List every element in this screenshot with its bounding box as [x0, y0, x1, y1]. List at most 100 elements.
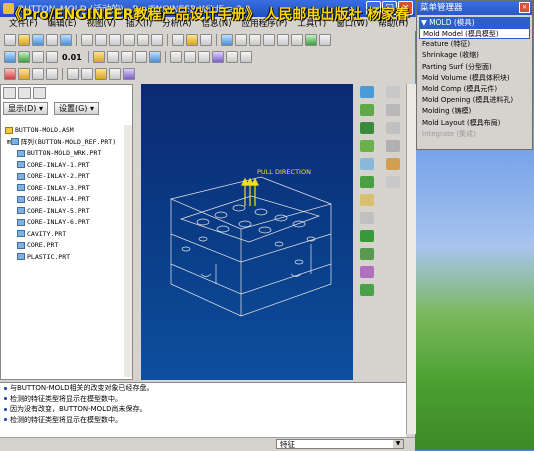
- csys-toggle-icon[interactable]: [46, 68, 58, 80]
- mold-toolbar-left-column: [356, 86, 378, 302]
- menu-item-feature[interactable]: Feature (特征): [419, 39, 530, 50]
- sketch-tool-icon[interactable]: [386, 158, 400, 170]
- tree-item[interactable]: CORE-INLAY-5.PRT: [3, 206, 125, 218]
- no-hidden-icon[interactable]: [134, 51, 147, 63]
- tree-item[interactable]: CORE-INLAY-6.PRT: [3, 217, 125, 229]
- zoom-out-icon[interactable]: [263, 34, 275, 46]
- undo-icon[interactable]: [81, 34, 93, 46]
- tree-item[interactable]: CORE-INLAY-3.PRT: [3, 183, 125, 195]
- datum-points-toggle-icon[interactable]: [32, 68, 44, 80]
- view-manager-icon[interactable]: [319, 34, 331, 46]
- regenerate-icon[interactable]: [172, 34, 184, 46]
- parting-surface-icon[interactable]: [360, 122, 374, 134]
- bullet-icon: [4, 386, 7, 390]
- extract-icon[interactable]: [360, 176, 374, 188]
- spin-center-icon[interactable]: [4, 51, 16, 63]
- tree-item[interactable]: CORE-INLAY-1.PRT: [3, 160, 125, 172]
- saved-views-icon[interactable]: [291, 34, 303, 46]
- display-dropdown[interactable]: 显示(D) ▾: [3, 102, 48, 115]
- molding-icon[interactable]: [360, 194, 374, 206]
- save-icon[interactable]: [32, 34, 44, 46]
- menu-item-parting-surf[interactable]: Parting Surf (分型面): [419, 62, 530, 73]
- tree-item[interactable]: BUTTON-MOLD_WRK.PRT: [3, 148, 125, 160]
- menu-item-mold-layout[interactable]: Mold Layout (模具布局): [419, 118, 530, 129]
- layers-icon[interactable]: [305, 34, 317, 46]
- spin-center-toggle-icon[interactable]: [81, 68, 93, 80]
- tree-item[interactable]: PLASTIC.PRT: [3, 252, 125, 264]
- menu-item-molding[interactable]: Molding (铸模): [419, 106, 530, 117]
- cut-icon[interactable]: [109, 34, 121, 46]
- menu-item-mold-opening[interactable]: Mold Opening (模具进料孔): [419, 95, 530, 106]
- zoom-in-icon[interactable]: [249, 34, 261, 46]
- volume-split-icon[interactable]: [360, 140, 374, 152]
- wireframe-icon[interactable]: [106, 51, 119, 63]
- layer-tree-icon[interactable]: [109, 68, 121, 80]
- shading-icon[interactable]: [148, 51, 161, 63]
- find-icon[interactable]: [186, 34, 198, 46]
- zoom-out-2-icon[interactable]: [183, 51, 196, 63]
- orientation-icon[interactable]: [211, 51, 224, 63]
- tree-item[interactable]: CORE.PRT: [3, 240, 125, 252]
- csys-tool-icon[interactable]: [386, 176, 400, 188]
- repaint-icon[interactable]: [221, 34, 233, 46]
- datum-plane-icon[interactable]: [18, 51, 30, 63]
- selection-filter-dropdown[interactable]: 特征 ▼: [276, 439, 404, 449]
- email-icon[interactable]: [60, 34, 72, 46]
- datum-planes-toggle-icon[interactable]: [4, 68, 16, 80]
- display-style-icon[interactable]: [239, 51, 252, 63]
- runner-icon[interactable]: [360, 266, 374, 278]
- select-box-icon[interactable]: [200, 34, 212, 46]
- new-file-icon[interactable]: [4, 34, 16, 46]
- mold-opening-icon[interactable]: [360, 212, 374, 224]
- datum-axis-icon[interactable]: [32, 51, 44, 63]
- settings-dropdown[interactable]: 设置(G) ▾: [53, 102, 99, 115]
- refit-2-icon[interactable]: [197, 51, 210, 63]
- refit-icon[interactable]: [235, 34, 247, 46]
- menu-item-shrinkage[interactable]: Shrinkage (收缩): [419, 50, 530, 61]
- datum-point-icon[interactable]: [46, 51, 58, 63]
- tree-item[interactable]: CORE-INLAY-2.PRT: [3, 171, 125, 183]
- model-tree-icon[interactable]: [95, 68, 107, 80]
- annotation-icon[interactable]: [67, 68, 79, 80]
- tree-item[interactable]: CAVITY.PRT: [3, 229, 125, 241]
- thickness-check-icon[interactable]: [360, 248, 374, 260]
- graphics-viewport[interactable]: PULL DIRECTION: [141, 84, 353, 380]
- zoom-window-icon[interactable]: [169, 51, 182, 63]
- paste-special-icon[interactable]: [151, 34, 163, 46]
- mold-model-icon[interactable]: [360, 86, 374, 98]
- main-scrollbar[interactable]: [406, 84, 416, 434]
- tree-item[interactable]: CORE-INLAY-4.PRT: [3, 194, 125, 206]
- mold-menu-header[interactable]: ▼ MOLD (模具): [419, 17, 530, 28]
- folder-browser-tab-icon[interactable]: [18, 87, 31, 99]
- open-folder-icon[interactable]: [18, 34, 30, 46]
- tree-item[interactable]: ⊞ 阵列(BUTTON-MOLD_REF.PRT): [3, 137, 125, 149]
- datum-axis-tool-icon[interactable]: [386, 104, 400, 116]
- orient-icon[interactable]: [277, 34, 289, 46]
- copy-icon[interactable]: [123, 34, 135, 46]
- menu-item-mold-comp[interactable]: Mold Comp (模具元件): [419, 84, 530, 95]
- datum-curve-tool-icon[interactable]: [386, 122, 400, 134]
- model-tree-tab-icon[interactable]: [3, 87, 16, 99]
- draft-check-icon[interactable]: [360, 230, 374, 242]
- chevron-down-icon[interactable]: ▼: [393, 440, 403, 448]
- tree-scrollbar[interactable]: [124, 125, 132, 377]
- menu-item-mold-model[interactable]: Mold Model (模具模型): [419, 28, 530, 40]
- hidden-line-icon[interactable]: [120, 51, 133, 63]
- paste-icon[interactable]: [137, 34, 149, 46]
- datum-plane-tool-icon[interactable]: [386, 86, 400, 98]
- datum-point-tool-icon[interactable]: [386, 140, 400, 152]
- menu-manager-close-icon[interactable]: ×: [519, 2, 530, 13]
- print-icon[interactable]: [46, 34, 58, 46]
- favorites-tab-icon[interactable]: [33, 87, 46, 99]
- menu-item-mold-volume[interactable]: Mold Volume (模具体积块): [419, 73, 530, 84]
- datum-axes-toggle-icon[interactable]: [18, 68, 30, 80]
- shrinkage-icon[interactable]: [360, 104, 374, 116]
- mold-volume-icon[interactable]: [360, 158, 374, 170]
- named-view-icon[interactable]: [225, 51, 238, 63]
- tree-item[interactable]: BUTTON-MOLD.ASM: [3, 125, 125, 137]
- part-icon: [17, 195, 25, 203]
- what-is-this-icon[interactable]: [123, 68, 135, 80]
- waterline-icon[interactable]: [360, 284, 374, 296]
- sketch-icon[interactable]: [92, 51, 105, 63]
- redo-icon[interactable]: [95, 34, 107, 46]
